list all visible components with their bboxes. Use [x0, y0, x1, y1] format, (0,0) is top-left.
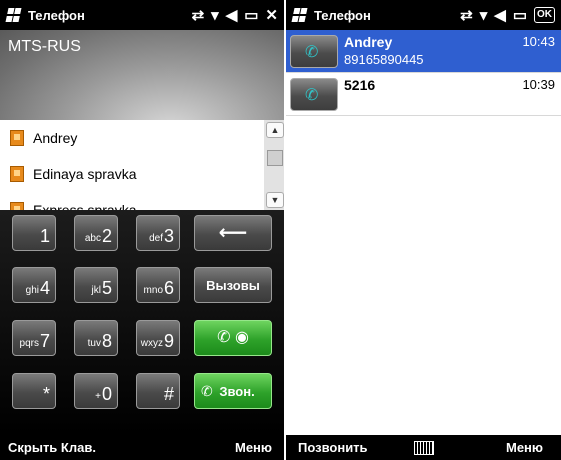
- call-time: 10:43: [522, 34, 555, 49]
- dial-keypad: 1 abc 2 def 3 ⟵ ghi 4 jkl 5 mno 6 Вызовы: [0, 210, 284, 435]
- key-sub-label: abc: [84, 233, 101, 244]
- call-history-screen: Телефон ⇄ ▾ ◀ ▭ OK ✆ Andrey 89165890445 …: [286, 0, 561, 460]
- key-4[interactable]: ghi 4: [12, 267, 56, 303]
- call-history-list: ✆ Andrey 89165890445 10:43 ✆ 5216 10:39: [286, 30, 561, 116]
- status-bar: Телефон ⇄ ▾ ◀ ▭ ✕: [0, 0, 284, 30]
- signal-icon: ▾: [479, 7, 488, 24]
- backspace-button[interactable]: ⟵: [194, 215, 272, 251]
- key-main-label: *: [42, 384, 50, 404]
- calls-button[interactable]: Вызовы: [194, 267, 272, 303]
- app-title: Телефон: [314, 8, 371, 23]
- contact-suggestions: Andrey Edinaya spravka Express spravka: [0, 120, 264, 210]
- key-sub-label: +: [95, 391, 101, 402]
- windows-start-icon[interactable]: [5, 8, 23, 22]
- signal-icon: ▾: [211, 7, 219, 24]
- menu-softkey[interactable]: Меню: [506, 440, 543, 455]
- carrier-name: MTS-RUS: [8, 38, 81, 55]
- key-main-label: 7: [39, 331, 50, 351]
- scroll-down-icon[interactable]: ▼: [266, 192, 284, 208]
- contact-card-icon: [10, 166, 24, 182]
- contact-name: Express spravka: [33, 202, 137, 210]
- contact-card-icon: [10, 130, 24, 146]
- softkey-bar: Позвонить Меню: [286, 435, 561, 460]
- key-0[interactable]: + 0: [74, 373, 118, 409]
- video-call-button[interactable]: ✆ ◉: [194, 320, 272, 356]
- key-main-label: 8: [101, 331, 112, 351]
- key-1[interactable]: 1: [12, 215, 56, 251]
- softkey-bar: Скрыть Клав. Меню: [0, 435, 284, 460]
- key-hash[interactable]: #: [136, 373, 180, 409]
- battery-icon: ▭: [244, 7, 259, 24]
- key-sub-label: tuv: [87, 338, 101, 349]
- calls-label: Вызовы: [206, 278, 260, 293]
- key-main-label: 5: [101, 278, 112, 298]
- key-7[interactable]: pqrs 7: [12, 320, 56, 356]
- network-arrows-icon: ⇄: [191, 7, 205, 24]
- hide-keyboard-softkey[interactable]: Скрыть Клав.: [8, 440, 96, 455]
- battery-icon: ▭: [512, 7, 527, 24]
- dial-button[interactable]: ✆ Звон.: [194, 373, 272, 409]
- contact-card-icon: [10, 202, 24, 210]
- app-title: Телефон: [28, 8, 85, 23]
- phone-dialer-screen: Телефон ⇄ ▾ ◀ ▭ ✕ MTS-RUS Andrey Edinaya…: [0, 0, 284, 460]
- close-icon[interactable]: ✕: [265, 6, 278, 24]
- list-item[interactable]: ✆ 5216 10:39: [286, 73, 561, 116]
- key-main-label: 9: [163, 331, 174, 351]
- key-main-label: #: [163, 384, 174, 404]
- status-bar: Телефон ⇄ ▾ ◀ ▭ OK: [286, 0, 561, 30]
- key-main-label: 2: [101, 226, 112, 246]
- key-star[interactable]: *: [12, 373, 56, 409]
- call-time: 10:39: [522, 77, 555, 92]
- ok-button[interactable]: OK: [534, 7, 555, 23]
- caller-number: 89165890445: [344, 52, 424, 67]
- caller-name: 5216: [344, 77, 376, 93]
- key-main-label: 3: [163, 226, 174, 246]
- key-6[interactable]: mno 6: [136, 267, 180, 303]
- windows-start-icon[interactable]: [291, 8, 309, 22]
- keyboard-icon[interactable]: [414, 441, 434, 455]
- backspace-icon: ⟵: [218, 222, 248, 244]
- dial-label: Звон.: [219, 384, 255, 399]
- key-9[interactable]: wxyz 9: [136, 320, 180, 356]
- key-sub-label: wxyz: [140, 338, 163, 349]
- scroll-up-icon[interactable]: ▲: [266, 122, 284, 138]
- contact-name: Andrey: [33, 130, 78, 146]
- key-main-label: 4: [39, 278, 50, 298]
- key-5[interactable]: jkl 5: [74, 267, 118, 303]
- call-softkey[interactable]: Позвонить: [298, 440, 368, 455]
- caller-name: Andrey: [344, 34, 393, 50]
- contact-name: Edinaya spravka: [33, 166, 137, 182]
- menu-softkey[interactable]: Меню: [235, 440, 272, 455]
- key-sub-label: def: [149, 233, 163, 244]
- scroll-thumb[interactable]: [267, 150, 283, 166]
- list-scrollbar[interactable]: ▲ ▼: [264, 120, 284, 210]
- key-3[interactable]: def 3: [136, 215, 180, 251]
- network-arrows-icon: ⇄: [460, 7, 473, 24]
- carrier-banner: MTS-RUS: [0, 30, 284, 120]
- outgoing-call-icon: ✆: [290, 78, 338, 111]
- key-8[interactable]: tuv 8: [74, 320, 118, 356]
- video-call-icon: ✆ ◉: [217, 329, 249, 346]
- list-item[interactable]: Edinaya spravka: [0, 156, 264, 192]
- key-sub-label: ghi: [25, 285, 39, 296]
- key-2[interactable]: abc 2: [74, 215, 118, 251]
- key-sub-label: jkl: [91, 285, 101, 296]
- key-main-label: 1: [39, 226, 50, 246]
- key-main-label: 6: [163, 278, 174, 298]
- list-item[interactable]: ✆ Andrey 89165890445 10:43: [286, 30, 561, 73]
- key-sub-label: mno: [143, 285, 163, 296]
- outgoing-call-icon: ✆: [290, 35, 338, 68]
- key-sub-label: pqrs: [19, 338, 39, 349]
- key-main-label: 0: [101, 384, 112, 404]
- speaker-icon[interactable]: ◀: [226, 6, 238, 24]
- list-item[interactable]: Andrey: [0, 120, 264, 156]
- speaker-icon[interactable]: ◀: [494, 6, 506, 24]
- list-item[interactable]: Express spravka: [0, 192, 264, 210]
